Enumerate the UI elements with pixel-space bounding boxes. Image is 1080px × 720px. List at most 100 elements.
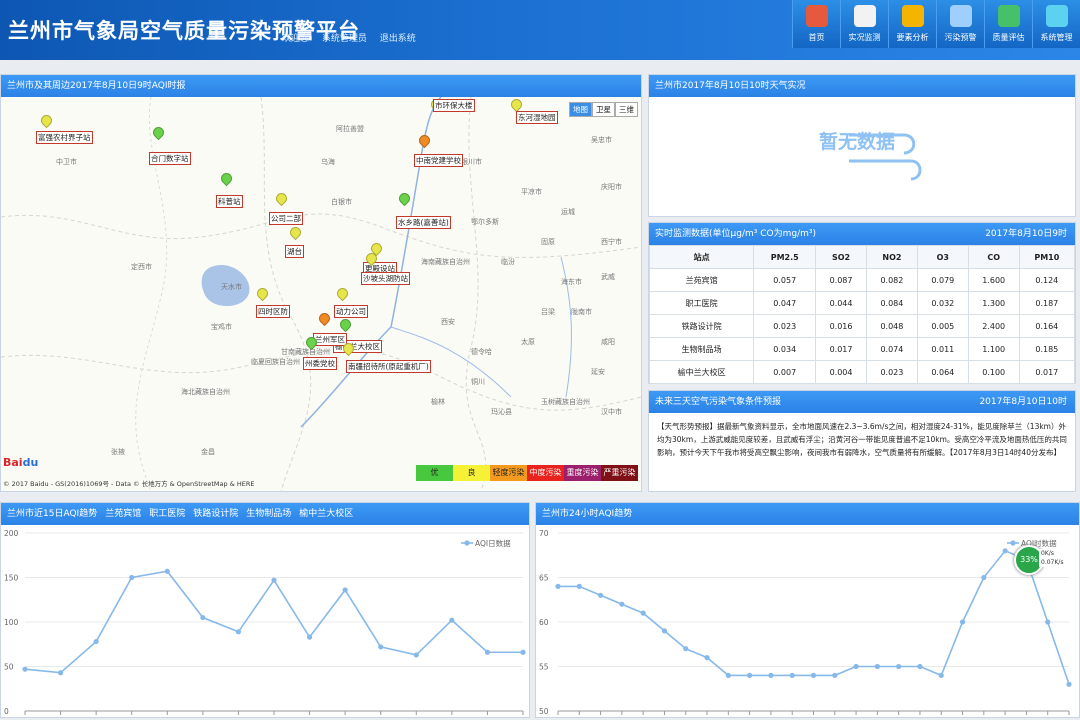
data-point: [413, 652, 419, 658]
nav-warning-gear[interactable]: 污染预警: [936, 0, 984, 48]
map-type-3d[interactable]: 三维: [615, 102, 638, 117]
map-place-label: 太原: [521, 338, 535, 346]
nav-shield-check[interactable]: 质量评估: [984, 0, 1032, 48]
legend-item: 重度污染: [564, 465, 601, 481]
data-point: [449, 617, 455, 623]
nav-settings[interactable]: 系统管理: [1032, 0, 1080, 48]
map-panel: 兰州市及其周边2017年8月10日9时AQI时报 阿拉善盟 中卫市 银川市 吴忠市 白银…: [0, 74, 642, 492]
column-header: CO: [967, 245, 1020, 269]
map-place-label: 运城: [561, 208, 575, 216]
table-row[interactable]: 生物制品场 0.034 0.017 0.074 0.011 1.100 0.185: [648, 337, 1076, 361]
wind-icon: [849, 133, 922, 181]
realtime-title-text: 实时监测数据(单位μg/m³ CO为mg/m³): [655, 229, 816, 239]
station-label[interactable]: 科普站: [216, 195, 243, 208]
map-place-label: 咸阳: [601, 338, 615, 346]
value-cell: 0.011: [916, 337, 969, 361]
value-cell: 0.004: [815, 360, 867, 384]
station-label[interactable]: 兰州军区: [313, 333, 347, 346]
value-cell: 0.082: [865, 268, 918, 292]
data-point: [378, 644, 384, 650]
value-cell: 0.017: [815, 337, 867, 361]
table-row[interactable]: 铁路设计院 0.023 0.016 0.048 0.005 2.400 0.164: [648, 314, 1076, 338]
home-icon: [805, 5, 828, 27]
trend15-panel-title: 兰州市近15日AQI趋势 兰苑宾馆 职工医院 铁路设计院 生物制品场 榆中兰大校区: [1, 503, 529, 525]
value-cell: 0.047: [753, 291, 817, 315]
forecast-panel-title: 未来三天空气污染气象条件预报 2017年8月10日10时: [649, 391, 1075, 413]
station-label[interactable]: 水乡路(嘉善站): [396, 216, 451, 229]
aqi-map[interactable]: 阿拉善盟 中卫市 银川市 吴忠市 白银市 平凉市 庆阳市 天水市 宝鸡市 定西市 临夏回族自治州 甘南…: [1, 97, 641, 491]
value-cell: 0.074: [865, 337, 918, 361]
table-row[interactable]: 职工医院 0.047 0.044 0.084 0.032 1.300 0.187: [648, 291, 1076, 315]
map-place-label: 金昌: [201, 448, 215, 456]
map-place-label: 乌海: [321, 158, 335, 166]
legend-item: 中度污染: [527, 465, 564, 481]
y-tick-label: 150: [4, 574, 19, 583]
station-label[interactable]: 合门数字站: [149, 152, 191, 165]
data-point: [768, 672, 774, 678]
data-point: [1045, 619, 1051, 625]
forecast-panel: 未来三天空气污染气象条件预报 2017年8月10日10时 【天气形势预报】据最新气…: [648, 390, 1076, 492]
user-link[interactable]: 系统管理员: [322, 34, 367, 44]
nav-palette[interactable]: 要素分析: [888, 0, 936, 48]
map-place-label: 西安: [441, 318, 455, 326]
data-point: [917, 663, 923, 670]
data-point: [129, 574, 135, 581]
map-place-label: 海北藏族自治州: [181, 388, 230, 396]
upload-speed: 0K/s: [1041, 550, 1054, 557]
nav-home[interactable]: 首页: [792, 0, 840, 48]
value-cell: 0.064: [916, 360, 969, 384]
station-label[interactable]: 沙坡头湖防站: [361, 272, 410, 285]
map-panel-title: 兰州市及其周边2017年8月10日9时AQI时报: [1, 75, 641, 97]
station-tab[interactable]: 铁路设计院: [193, 509, 238, 519]
table-row[interactable]: 兰苑宾馆 0.057 0.087 0.082 0.079 1.600 0.124: [648, 268, 1076, 292]
trend15-title-text: 兰州市近15日AQI趋势: [7, 509, 98, 519]
station-name-cell: 职工医院: [648, 291, 755, 315]
map-place-label: 海南藏族自治州: [421, 258, 470, 266]
station-label[interactable]: 市环保大楼: [433, 99, 475, 112]
map-type-map[interactable]: 地图: [569, 102, 592, 117]
column-header: PM2.5: [753, 245, 817, 269]
station-tab[interactable]: 职工医院: [149, 509, 185, 519]
map-type-satellite[interactable]: 卫星: [592, 102, 615, 117]
map-copyright: © 2017 Baidu - GS(2016)1069号 - Data © 长地…: [3, 480, 255, 488]
welcome-text: 欢迎您: [282, 34, 310, 44]
station-label[interactable]: 动力公司: [334, 305, 368, 318]
station-tab[interactable]: 生物制品场: [246, 509, 291, 519]
legend-item: 严重污染: [601, 465, 638, 481]
baidu-logo: Baidu: [3, 456, 39, 469]
forecast-text: 【天气形势预报】据最新气象资料显示，全市地面风速在2.3~3.6m/s之间，相对…: [657, 422, 1067, 457]
map-place-label: 甘南藏族自治州: [281, 348, 330, 356]
table-row[interactable]: 榆中兰大校区 0.007 0.004 0.023 0.064 0.100 0.017: [648, 360, 1076, 384]
data-point: [342, 587, 348, 593]
map-place-label: 德令哈: [471, 348, 492, 356]
header-bar: 兰州市气象局空气质量污染预警平台 欢迎您 系统管理员 退出系统 首页 实况监测 要素…: [0, 0, 1080, 60]
station-tab[interactable]: 兰苑宾馆: [105, 509, 141, 519]
station-label[interactable]: 南疆招待所(原起重机厂): [346, 360, 431, 373]
map-place-label: 玉树藏族自治州: [541, 398, 590, 406]
data-point: [747, 672, 753, 678]
value-cell: 0.005: [916, 314, 969, 338]
y-tick-label: 50: [539, 707, 549, 716]
station-label[interactable]: 州委党校: [303, 357, 337, 370]
map-type-switch: 地图 卫星 三维: [569, 102, 638, 117]
nav-monitor[interactable]: 实况监测: [840, 0, 888, 48]
data-point: [484, 649, 491, 655]
map-place-label: 海东市: [561, 278, 582, 286]
value-cell: 0.164: [1018, 314, 1076, 338]
station-label[interactable]: 四时区防: [256, 305, 290, 318]
data-point: [306, 634, 313, 640]
station-label[interactable]: 富强农村界子站: [36, 131, 93, 144]
data-point: [874, 663, 880, 670]
value-cell: 0.016: [815, 314, 867, 338]
station-tab[interactable]: 榆中兰大校区: [299, 509, 353, 519]
data-point: [853, 663, 859, 670]
logout-link[interactable]: 退出系统: [380, 34, 416, 44]
forecast-title-text: 未来三天空气污染气象条件预报: [655, 397, 782, 407]
station-label[interactable]: 中南党建学校: [414, 154, 463, 167]
value-cell: 1.600: [967, 268, 1020, 292]
realtime-panel: 实时监测数据(单位μg/m³ CO为mg/m³) 2017年8月10日9时 站点 P…: [648, 222, 1076, 384]
station-label[interactable]: 东河湿地园: [516, 111, 558, 124]
y-tick-label: 55: [539, 663, 549, 672]
station-label[interactable]: 公司二部: [269, 212, 303, 225]
station-label[interactable]: 湖台: [285, 245, 304, 258]
